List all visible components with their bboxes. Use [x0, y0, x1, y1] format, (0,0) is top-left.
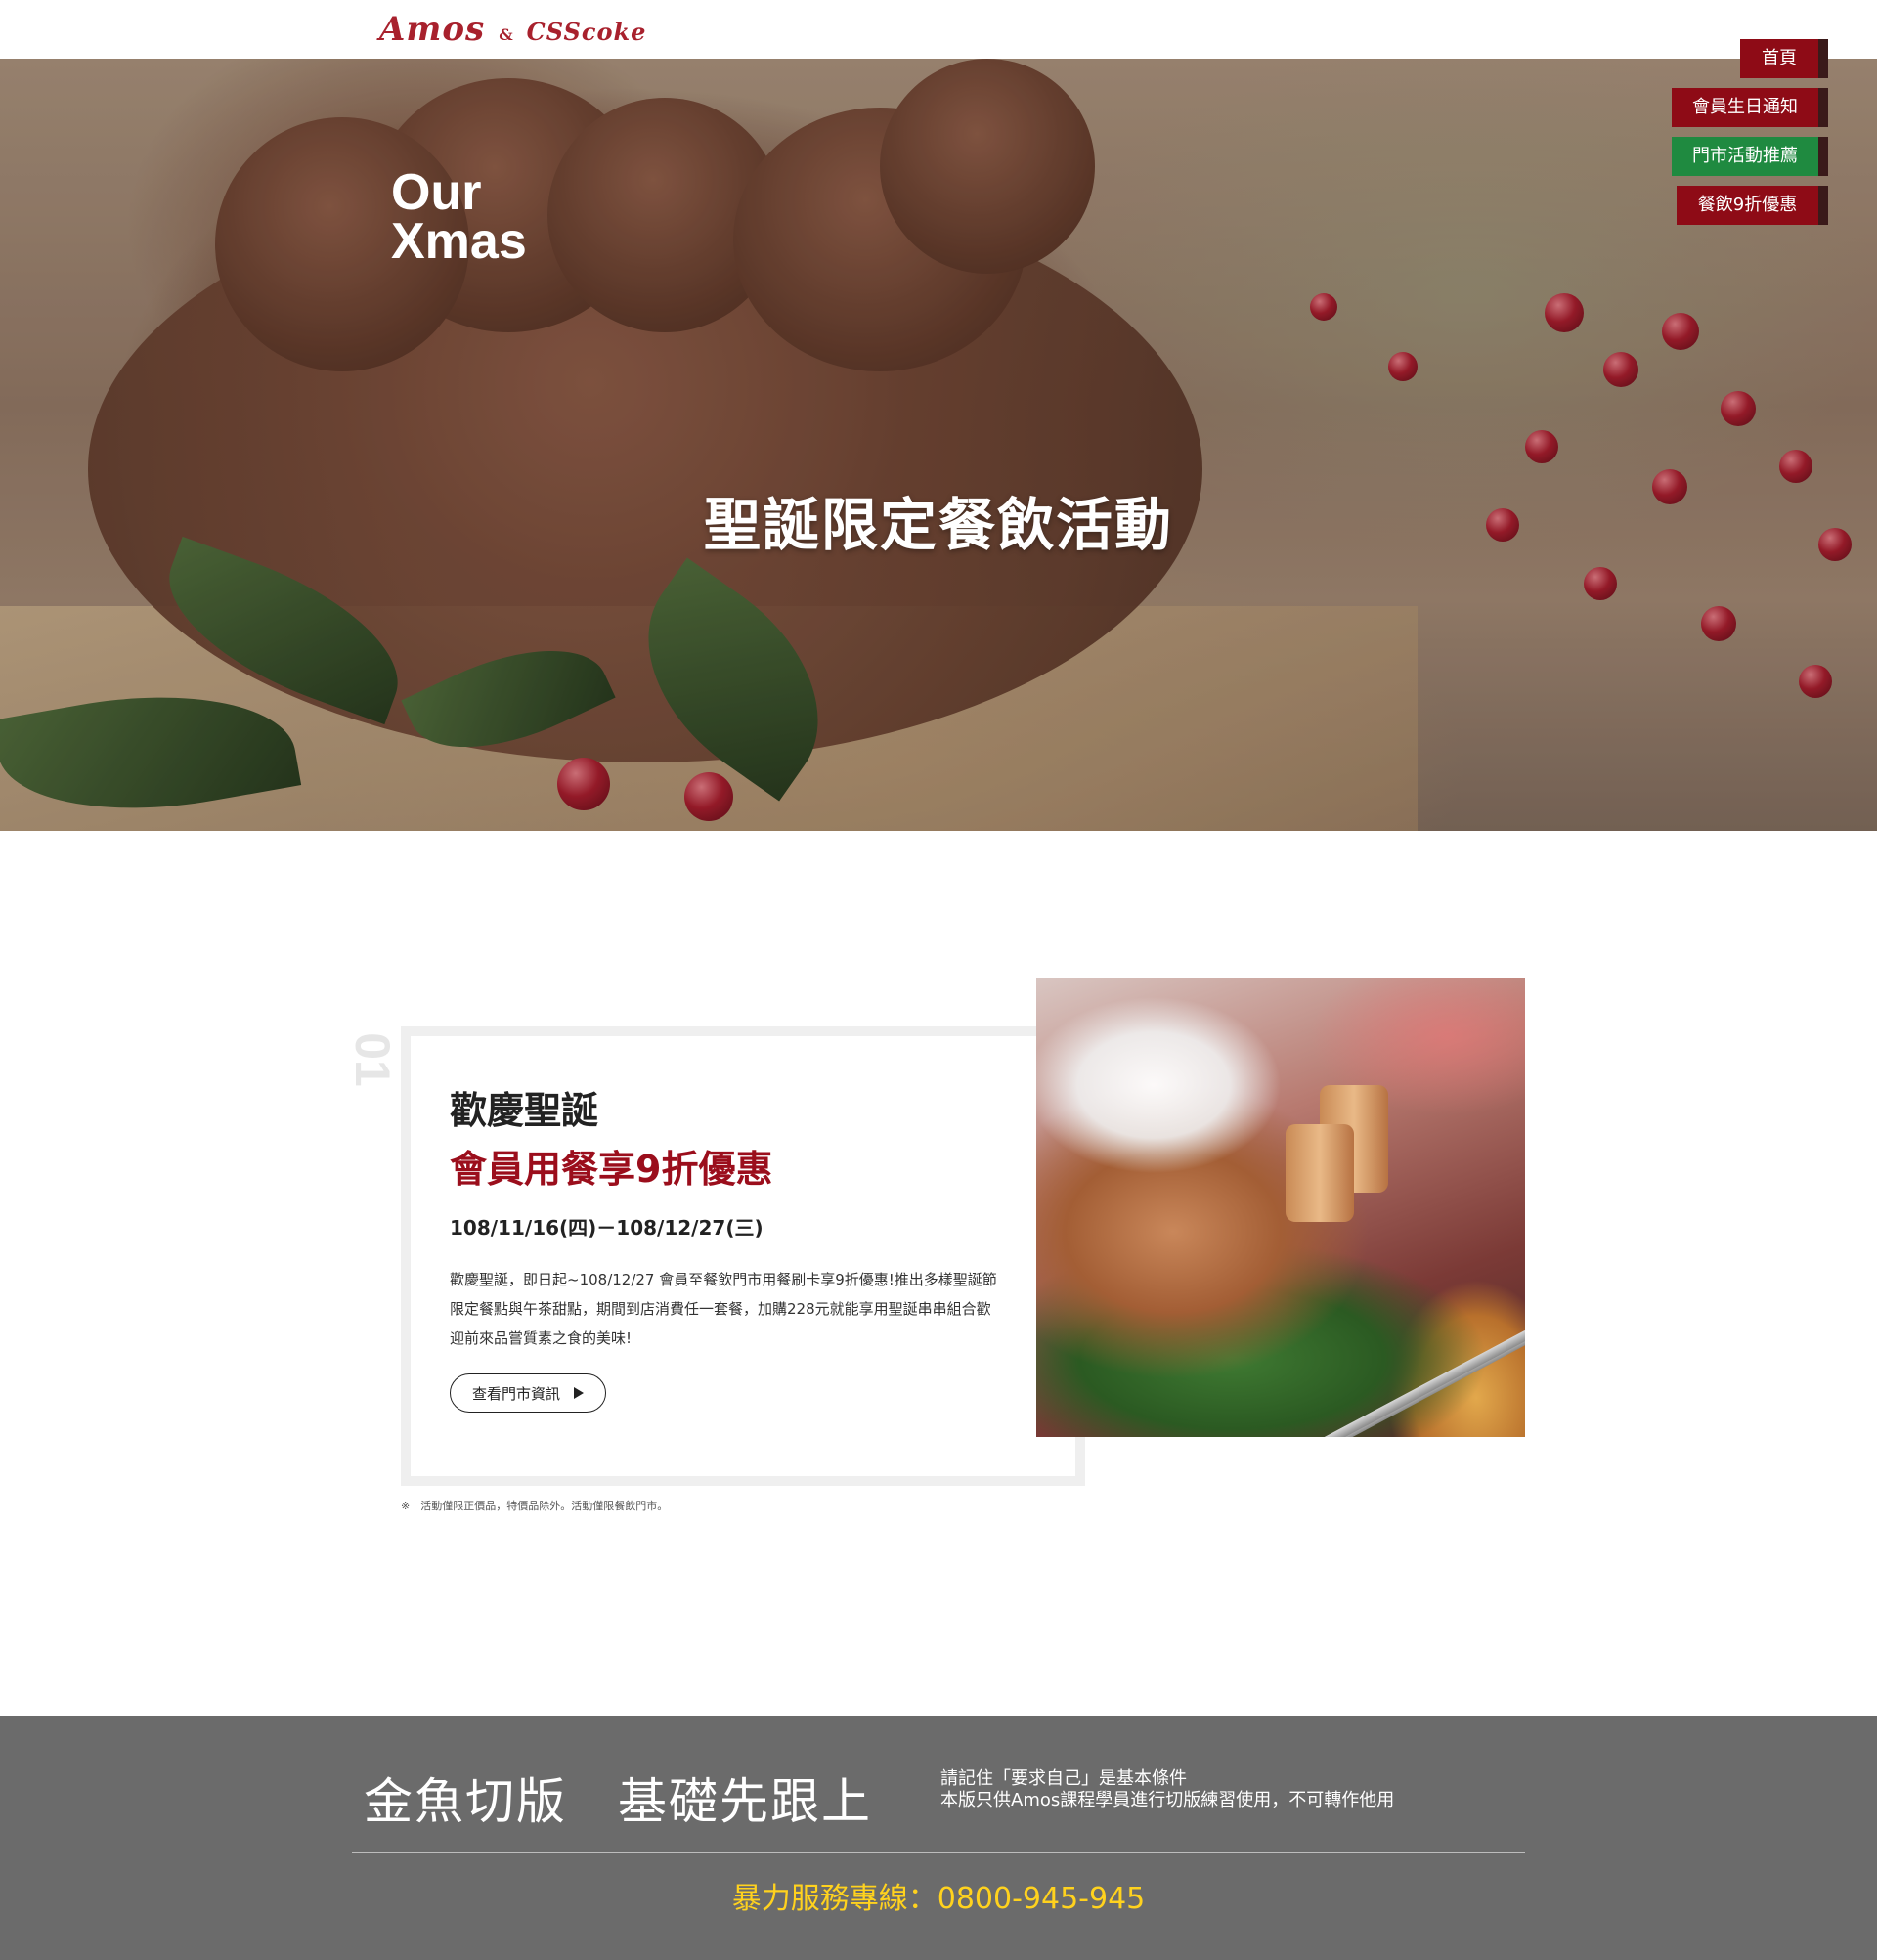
promo-description: 歡慶聖誕，即日起~108/12/27 會員至餐飲門市用餐刷卡享9折優惠!推出多樣…	[450, 1271, 997, 1347]
nav-home-button[interactable]: 首頁	[1740, 39, 1828, 78]
footer-note-line2: 本版只供Amos課程學員進行切版練習使用，不可轉作他用	[940, 1790, 1395, 1810]
hero-title: 聖誕限定餐飲活動	[703, 492, 1173, 558]
footer-hotline[interactable]: 暴力服務專線：0800-945-945	[0, 1874, 1877, 1917]
logo-amos: Amos	[379, 10, 486, 49]
footer-divider	[352, 1852, 1525, 1853]
nav-store-events-button[interactable]: 門市活動推薦	[1672, 137, 1828, 176]
side-nav: 首頁 會員生日通知 門市活動推薦 餐飲9折優惠	[1672, 39, 1828, 225]
footer-notes: 請記住「要求自己」是基本條件 本版只供Amos課程學員進行切版練習使用，不可轉作…	[940, 1768, 1394, 1811]
promo-food-image	[1036, 978, 1525, 1437]
view-store-info-button[interactable]: 查看門市資訊	[450, 1373, 606, 1413]
hero-overlay	[0, 59, 1877, 831]
footer-slogan: 金魚切版 基礎先跟上	[364, 1773, 872, 1830]
nav-birthday-notice-button[interactable]: 會員生日通知	[1672, 88, 1828, 127]
pepper-shaker-decor	[1286, 1124, 1354, 1222]
nav-discount-button[interactable]: 餐飲9折優惠	[1677, 186, 1828, 225]
brand-title-line2: Xmas	[391, 213, 527, 270]
play-arrow-icon	[574, 1387, 584, 1399]
hero-brand-title: Our Xmas	[391, 164, 527, 270]
logo-ampersand: &	[499, 25, 513, 44]
knife-decor	[1247, 1334, 1525, 1437]
promo-number: 01	[345, 1032, 400, 1087]
site-logo[interactable]: Amos & CSScoke	[379, 10, 646, 49]
brand-title-line1: Our	[391, 164, 482, 221]
knife-decor	[1302, 1328, 1525, 1437]
view-store-info-label: 查看門市資訊	[471, 1384, 560, 1403]
promo-subheading: 會員用餐享9折優惠	[450, 1148, 773, 1191]
footer-note-line1: 請記住「要求自己」是基本條件	[940, 1768, 1187, 1789]
logo-csscoke: CSScoke	[526, 18, 647, 46]
hero-banner: Our Xmas 聖誕限定餐飲活動	[0, 59, 1877, 831]
site-footer: 金魚切版 基礎先跟上 請記住「要求自己」是基本條件 本版只供Amos課程學員進行…	[0, 1716, 1877, 1960]
promo-date: 108/11/16(四)－108/12/27(三)	[450, 1216, 764, 1240]
site-header: Amos & CSScoke	[0, 0, 1877, 59]
promo-heading: 歡慶聖誕	[450, 1089, 599, 1132]
promo-note: ※ 活動僅限正價品，特價品除外。活動僅限餐飲門市。	[401, 1500, 669, 1512]
